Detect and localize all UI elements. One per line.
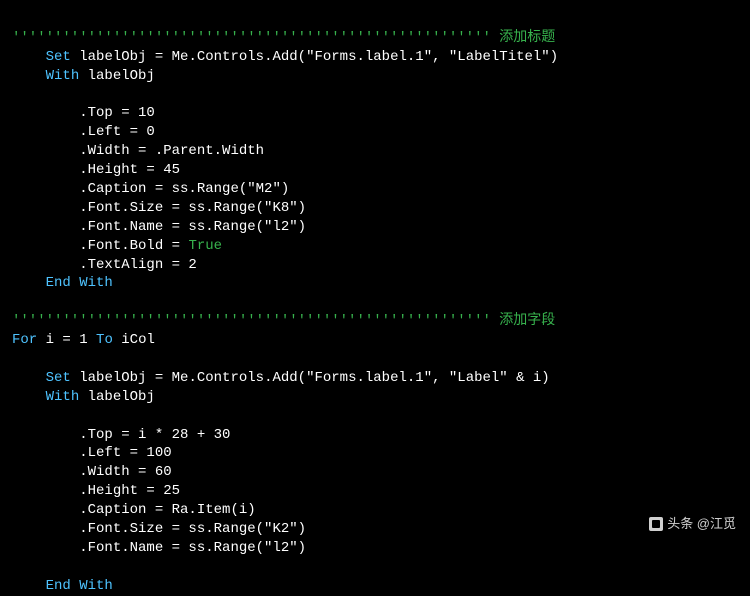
line-assign-2: labelObj = Me.Controls.Add("Forms.label.… xyxy=(79,370,549,386)
line-assign-1: labelObj = Me.Controls.Add("Forms.label.… xyxy=(79,49,558,65)
kw-to: To xyxy=(96,332,113,348)
prop-height-1: .Height = 45 xyxy=(79,162,180,178)
prop-height-2: .Height = 25 xyxy=(79,483,180,499)
prop-caption-2: .Caption = Ra.Item(i) xyxy=(79,502,255,518)
with-target-1: labelObj xyxy=(88,68,155,84)
prop-width-1: .Width = .Parent.Width xyxy=(79,143,264,159)
prop-left-1: .Left = 0 xyxy=(79,124,155,140)
prop-top-1: .Top = 10 xyxy=(79,105,155,121)
kw-with: With xyxy=(46,68,80,84)
prop-top-2: .Top = i * 28 + 30 xyxy=(79,427,230,443)
kw-for: For xyxy=(12,332,37,348)
kw-with-2: With xyxy=(46,389,80,405)
watermark: 头条 @江觅 xyxy=(649,515,736,533)
literal-true: True xyxy=(188,238,222,254)
for-init: i = 1 xyxy=(46,332,96,348)
for-end: iCol xyxy=(113,332,155,348)
kw-set-2: Set xyxy=(46,370,71,386)
prop-fontsize-2: .Font.Size = ss.Range("K2") xyxy=(79,521,306,537)
watermark-logo-icon xyxy=(649,517,663,531)
prop-textalign-1: .TextAlign = 2 xyxy=(79,257,197,273)
prop-fontsize-1: .Font.Size = ss.Range("K8") xyxy=(79,200,306,216)
code-block: ''''''''''''''''''''''''''''''''''''''''… xyxy=(0,0,750,596)
kw-set: Set xyxy=(46,49,71,65)
watermark-text: 头条 @江觅 xyxy=(667,515,736,533)
prop-caption-1: .Caption = ss.Range("M2") xyxy=(79,181,289,197)
comment-ticks: ''''''''''''''''''''''''''''''''''''''''… xyxy=(12,30,491,46)
prop-left-2: .Left = 100 xyxy=(79,445,171,461)
with-target-2: labelObj xyxy=(88,389,155,405)
comment-ticks-2: ''''''''''''''''''''''''''''''''''''''''… xyxy=(12,313,491,329)
comment-title: 添加标题 xyxy=(499,30,555,46)
kw-endwith-1: End With xyxy=(46,275,113,291)
prop-width-2: .Width = 60 xyxy=(79,464,171,480)
prop-fontname-1: .Font.Name = ss.Range("l2") xyxy=(79,219,306,235)
comment-fields: 添加字段 xyxy=(499,313,555,329)
prop-fontbold-label: .Font.Bold = xyxy=(79,238,188,254)
prop-fontname-2: .Font.Name = ss.Range("l2") xyxy=(79,540,306,556)
kw-endwith-2: End With xyxy=(46,578,113,594)
